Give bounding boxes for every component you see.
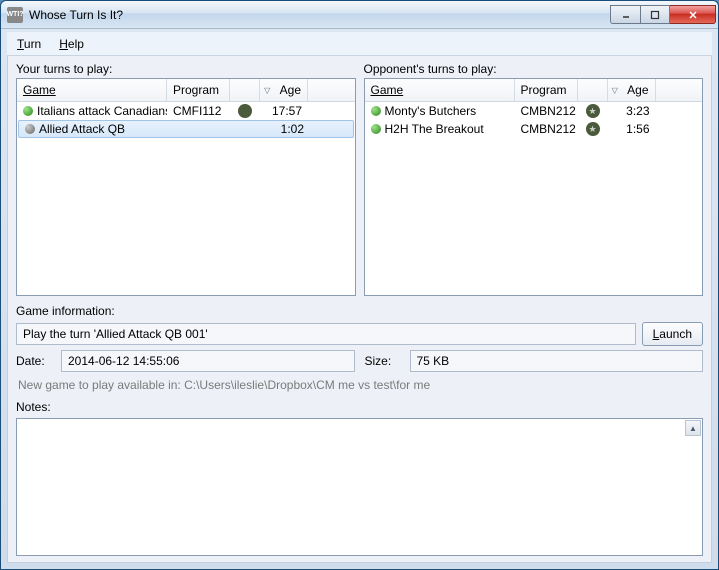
sort-arrow-icon: ▽	[264, 86, 270, 95]
status-dot-icon	[371, 124, 381, 134]
col-header-age[interactable]: ▽ Age	[260, 79, 308, 101]
col-header-program[interactable]: Program	[167, 79, 230, 101]
game-name: H2H The Breakout	[385, 122, 484, 136]
sort-arrow-icon: ▽	[612, 86, 618, 95]
game-info-label: Game information:	[16, 304, 703, 318]
maximize-button[interactable]	[640, 5, 670, 24]
age-value: 3:23	[608, 103, 656, 119]
col-header-progicon[interactable]	[578, 79, 608, 101]
star-icon	[586, 104, 600, 118]
menubar: Turn Help	[7, 32, 712, 56]
scroll-up-icon[interactable]: ▲	[685, 420, 701, 436]
game-name: Italians attack Canadians...	[37, 104, 167, 118]
game-name: Monty's Butchers	[385, 104, 477, 118]
status-dot-icon	[25, 124, 35, 134]
col-header-program[interactable]: Program	[515, 79, 578, 101]
star-icon	[586, 122, 600, 136]
size-field: 75 KB	[410, 350, 704, 372]
your-turns-label: Your turns to play:	[16, 62, 356, 76]
close-button[interactable]	[670, 5, 716, 24]
table-row[interactable]: Monty's Butchers CMBN212 3:23	[365, 102, 703, 120]
age-value: 1:02	[262, 121, 310, 137]
col-header-game[interactable]: Game	[365, 79, 515, 101]
notes-textarea[interactable]: ▲	[16, 418, 703, 556]
status-dot-icon	[23, 106, 33, 116]
col-header-age[interactable]: ▽ Age	[608, 79, 656, 101]
status-line: New game to play available in: C:\Users\…	[16, 376, 703, 394]
status-dot-icon	[371, 106, 381, 116]
menu-help[interactable]: Help	[55, 35, 88, 53]
table-row[interactable]: Italians attack Canadians...CMFI112 17:57	[17, 102, 355, 120]
window-title: Whose Turn Is It?	[29, 8, 610, 22]
program-name: CMFI112	[167, 103, 230, 119]
program-name	[169, 128, 232, 130]
app-icon: WTI?	[7, 7, 23, 23]
date-field: 2014-06-12 14:55:06	[61, 350, 355, 372]
date-label: Date:	[16, 354, 51, 368]
turn-info-field: Play the turn 'Allied Attack QB 001'	[16, 323, 636, 345]
notes-label: Notes:	[16, 400, 703, 414]
opponent-turns-panel: Opponent's turns to play: Game Program ▽…	[364, 62, 704, 296]
minimize-button[interactable]	[610, 5, 640, 24]
game-name: Allied Attack QB	[39, 122, 125, 136]
menu-turn[interactable]: Turn	[13, 35, 45, 53]
program-icon	[238, 104, 252, 118]
your-turns-list[interactable]: Game Program ▽ Age Italians attack Canad…	[16, 78, 356, 296]
size-label: Size:	[365, 354, 400, 368]
table-row[interactable]: H2H The Breakout CMBN212 1:56	[365, 120, 703, 138]
program-name: CMBN212	[515, 103, 578, 119]
opponent-turns-label: Opponent's turns to play:	[364, 62, 704, 76]
opponent-turns-list[interactable]: Game Program ▽ Age Monty's Butchers CMBN2…	[364, 78, 704, 296]
col-header-progicon[interactable]	[230, 79, 260, 101]
age-value: 17:57	[260, 103, 308, 119]
program-name: CMBN212	[515, 121, 578, 137]
col-header-game[interactable]: Game	[17, 79, 167, 101]
age-value: 1:56	[608, 121, 656, 137]
launch-button[interactable]: Launch	[642, 322, 703, 346]
your-turns-panel: Your turns to play: Game Program ▽ Age I…	[16, 62, 356, 296]
table-row[interactable]: Allied Attack QB 1:02	[18, 120, 354, 138]
titlebar: WTI? Whose Turn Is It?	[1, 1, 718, 29]
